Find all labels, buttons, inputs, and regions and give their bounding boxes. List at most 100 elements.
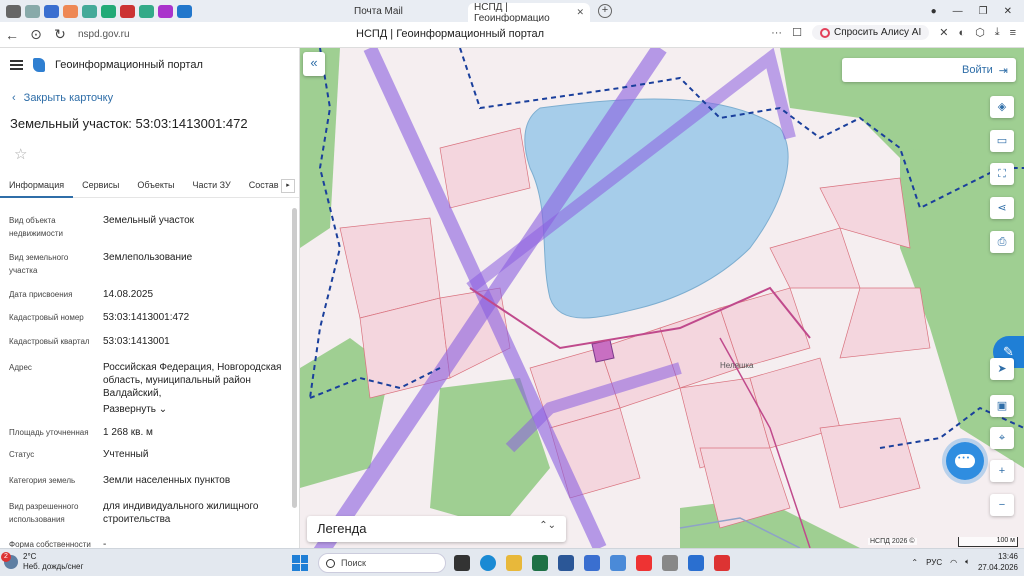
hamburger-menu-icon[interactable]	[10, 60, 23, 70]
new-tab-button[interactable]: +	[598, 4, 612, 18]
app-icon[interactable]	[662, 555, 678, 571]
windows-taskbar: 2 2°C Неб. дождь/снег Поиск ⌃ РУС ◠ 🔈︎ 13…	[0, 548, 1024, 576]
extension-icon[interactable]: ✕	[939, 26, 948, 39]
ruler-icon: ▭	[996, 135, 1008, 147]
edge-icon[interactable]	[480, 555, 496, 571]
tab-icon[interactable]	[44, 4, 59, 18]
taskbar-search[interactable]: Поиск	[318, 553, 446, 573]
navigation-arrow-icon: ➤	[997, 363, 1007, 375]
collapse-panel-button[interactable]: «	[303, 52, 325, 76]
extension-icon[interactable]: ◐	[958, 27, 965, 39]
attr-key: Площадь уточненная	[9, 428, 89, 437]
chat-assistant-button[interactable]	[946, 442, 984, 480]
attr-value: для индивидуального жилищного строительс…	[103, 501, 259, 525]
basemap-icon: ▣	[996, 400, 1008, 412]
tab-nspd[interactable]: НСПД | Геоинформацио ✕	[468, 1, 590, 24]
attr-key: Статус	[9, 450, 35, 459]
tab-icon[interactable]	[101, 4, 116, 18]
app-icon[interactable]	[714, 555, 730, 571]
tab-icon[interactable]	[177, 4, 192, 18]
word-icon[interactable]	[558, 555, 574, 571]
system-tray: ⌃ РУС ◠ 🔈︎ 13:46 27.04.2026	[911, 551, 1018, 573]
restore-icon[interactable]: ❐	[979, 6, 988, 17]
tab-icon[interactable]	[63, 4, 78, 18]
tab-icon[interactable]	[158, 4, 173, 18]
layers-button[interactable]: ◈	[990, 96, 1014, 118]
weather-widget[interactable]: 2 2°C Неб. дождь/снег	[1, 552, 84, 572]
favorite-star-icon[interactable]: ☆	[14, 145, 27, 163]
app-icon[interactable]	[584, 555, 600, 571]
share-button[interactable]: ⋖	[990, 197, 1014, 219]
app-icon[interactable]	[688, 555, 704, 571]
tray-chevron-icon[interactable]: ⌃	[911, 558, 918, 567]
volume-icon[interactable]: 🔈︎	[965, 557, 970, 567]
attr-key: Вид объекта недвижимости	[9, 216, 63, 238]
tab-icon[interactable]	[120, 4, 135, 18]
window-controls: ● — ❐ ✕	[931, 0, 1024, 22]
print-icon: ⎙	[997, 236, 1007, 248]
shield-icon[interactable]: ⊙	[24, 26, 48, 43]
bookmark-icon[interactable]: ☐	[792, 26, 802, 39]
close-window-icon[interactable]: ✕	[1004, 6, 1012, 17]
legend-label: Легенда	[317, 521, 367, 536]
chat-bubble-icon: ✎	[1003, 344, 1014, 359]
profile-icon[interactable]: ●	[931, 6, 937, 17]
extension-icon[interactable]: ⬡	[975, 26, 985, 39]
legend-dropdown[interactable]: Легенда ⌃⌄	[307, 516, 566, 542]
chevron-down-icon: ⌄	[158, 404, 168, 415]
clock[interactable]: 13:46 27.04.2026	[978, 551, 1018, 573]
map-canvas[interactable]	[300, 48, 1024, 548]
menu-icon[interactable]: ≡	[1010, 27, 1016, 39]
tab-label: Почта Mail	[354, 5, 403, 17]
pinned-tabs[interactable]	[0, 4, 192, 18]
panel-scrollbar[interactable]	[292, 208, 297, 508]
photos-icon[interactable]	[610, 555, 626, 571]
close-tab-icon[interactable]: ✕	[576, 7, 584, 18]
tab-icon[interactable]	[82, 4, 97, 18]
zoom-out-button[interactable]: −	[990, 494, 1014, 516]
measure-button[interactable]: ▭	[990, 130, 1014, 152]
tab-icon[interactable]	[6, 4, 21, 18]
attr-key: Вид земельного участка	[9, 253, 69, 275]
tab-icon[interactable]	[139, 4, 154, 18]
tab-information[interactable]: Информация	[0, 174, 74, 198]
basemap-button[interactable]: ▣	[990, 395, 1014, 417]
yandex-browser-icon[interactable]	[636, 555, 652, 571]
start-button[interactable]	[292, 555, 308, 571]
zoom-in-button[interactable]: +	[990, 460, 1014, 482]
tab-mail[interactable]: Почта Mail	[348, 2, 468, 21]
tab-objects[interactable]: Объекты	[128, 174, 183, 198]
weather-text: Неб. дождь/снег	[23, 562, 84, 571]
print-button[interactable]: ⎙	[990, 231, 1014, 253]
page-title: НСПД | Геоинформационный портал	[356, 28, 545, 40]
time: 13:46	[997, 552, 1018, 561]
tab-icon[interactable]	[25, 4, 40, 18]
geolocation-button[interactable]: ⌖	[990, 427, 1014, 449]
close-card-link[interactable]: ‹ Закрыть карточку	[12, 92, 113, 104]
task-view-icon[interactable]	[454, 555, 470, 571]
chat-icon	[955, 454, 975, 468]
tab-parts[interactable]: Части ЗУ	[184, 174, 240, 198]
reload-icon[interactable]: ↻	[48, 26, 72, 43]
downloads-icon[interactable]: ⤓	[995, 26, 1000, 39]
alice-button[interactable]: Спросить Алису AI	[811, 25, 930, 40]
excel-icon[interactable]	[532, 555, 548, 571]
network-icon[interactable]: ◠	[950, 558, 957, 567]
chevron-left-icon: ‹	[12, 92, 16, 104]
tab-label: НСПД | Геоинформацио	[474, 1, 550, 24]
login-button[interactable]: Войти ⇥	[842, 58, 1016, 82]
location-pin-icon: ⌖	[998, 432, 1006, 444]
weather-icon: 2	[1, 552, 18, 569]
file-explorer-icon[interactable]	[506, 555, 522, 571]
language-indicator[interactable]: РУС	[926, 558, 942, 567]
tabs-scroll-right-icon[interactable]: ▸	[281, 179, 295, 193]
minimize-icon[interactable]: —	[953, 6, 963, 17]
tab-services[interactable]: Сервисы	[73, 174, 128, 198]
browser-tab-bar: Почта Mail НСПД | Геоинформацио ✕ + ● — ❐…	[0, 0, 1024, 24]
locate-button[interactable]: ➤	[990, 358, 1014, 380]
back-icon[interactable]: ←	[0, 27, 24, 43]
select-area-button[interactable]: ⛶	[990, 163, 1014, 185]
more-icon[interactable]: ···	[771, 27, 782, 39]
url-field[interactable]: nspd.gov.ru	[78, 29, 130, 40]
expand-label: Развернуть ⌄	[103, 403, 283, 416]
